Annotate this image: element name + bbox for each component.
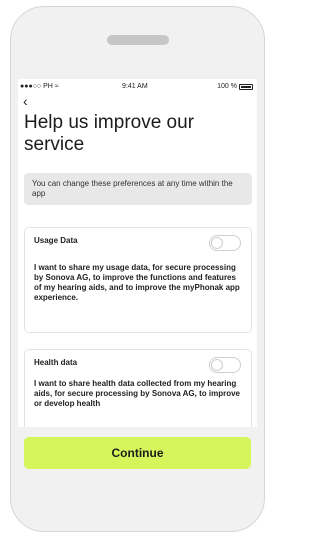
- carrier-text: ●●●○○ PH: [20, 83, 53, 90]
- app-screen: ●●●○○ PH ≈ 9:41 AM 100 % ‹ Help us impro…: [18, 79, 257, 492]
- usage-data-card: Usage Data I want to share my usage data…: [24, 227, 252, 333]
- toggle-knob: [211, 237, 223, 249]
- status-time: 9:41 AM: [122, 83, 148, 90]
- back-button[interactable]: ‹: [23, 93, 28, 109]
- page-title: Help us improve our service: [24, 112, 195, 155]
- health-data-toggle[interactable]: [209, 357, 241, 373]
- health-data-card: Health data I want to share health data …: [24, 349, 252, 439]
- battery-icon: [239, 83, 253, 90]
- info-banner: You can change these preferences at any …: [24, 173, 252, 205]
- wifi-icon: ≈: [54, 83, 59, 90]
- footer-bar: Continue: [18, 427, 257, 492]
- continue-button[interactable]: Continue: [24, 437, 251, 469]
- phone-speaker: [107, 35, 169, 45]
- toggle-knob: [211, 359, 223, 371]
- usage-data-toggle[interactable]: [209, 235, 241, 251]
- usage-data-description: I want to share my usage data, for secur…: [34, 263, 240, 302]
- health-data-description: I want to share health data collected fr…: [34, 379, 240, 408]
- status-bar: ●●●○○ PH ≈ 9:41 AM 100 %: [18, 83, 257, 95]
- battery-percent: 100 %: [217, 83, 237, 90]
- phone-frame: ●●●○○ PH ≈ 9:41 AM 100 % ‹ Help us impro…: [10, 6, 265, 532]
